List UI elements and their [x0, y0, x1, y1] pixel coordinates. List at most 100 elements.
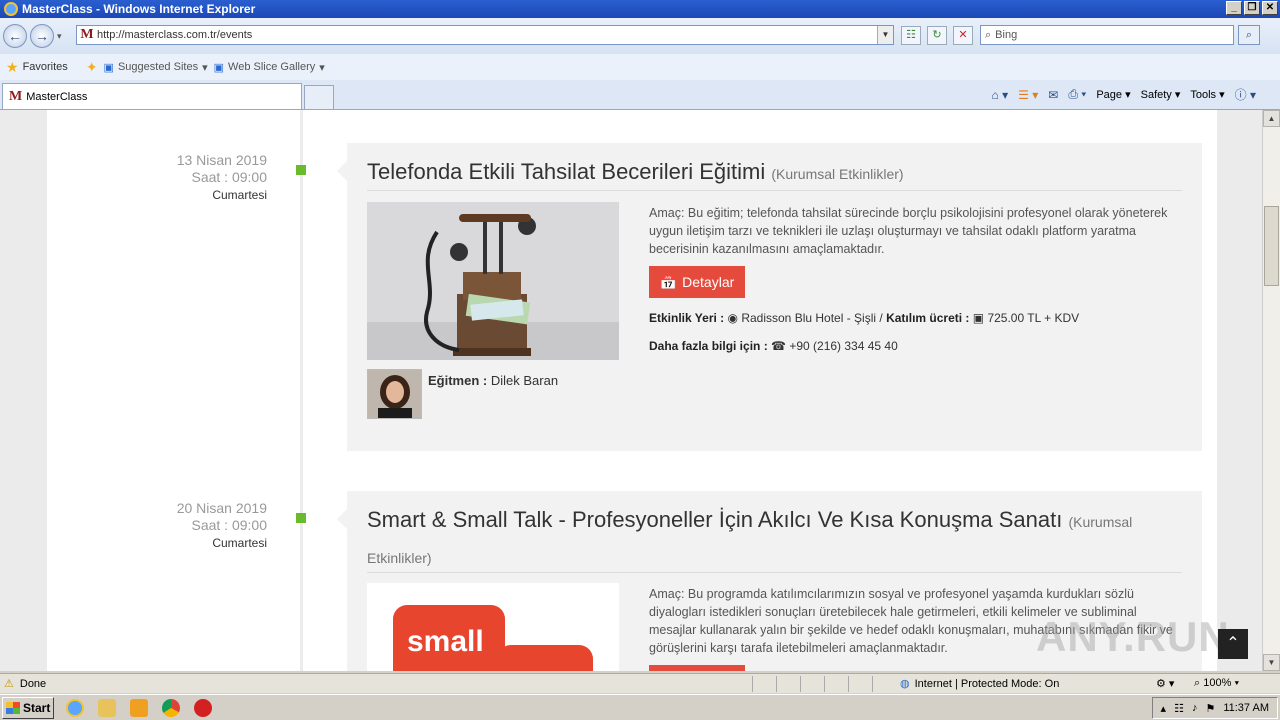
protected-mode-icon[interactable]: ⚙ ▾ — [1156, 677, 1174, 690]
phone-value: +90 (216) 334 45 40 — [789, 339, 898, 353]
chrome-taskbar-icon[interactable] — [162, 698, 180, 717]
favorites-button[interactable]: ★ Favorites — [6, 59, 68, 76]
star-icon: ★ — [6, 58, 19, 75]
trainer-name[interactable]: Dilek Baran — [491, 373, 558, 388]
ie-taskbar-icon[interactable] — [66, 698, 84, 717]
explorer-taskbar-icon[interactable] — [98, 698, 116, 717]
timeline-dot — [296, 513, 306, 523]
security-app-taskbar-icon[interactable] — [194, 698, 212, 717]
compatibility-view-icon[interactable]: ☷ — [901, 26, 921, 45]
start-button[interactable]: Start — [2, 696, 54, 719]
restore-button[interactable]: ❐ — [1244, 1, 1260, 15]
masterclass-favicon-icon: M — [9, 88, 23, 104]
event-day: Cumartesi — [212, 536, 267, 550]
event-date: 13 Nisan 2019 — [176, 152, 267, 168]
close-button[interactable]: ✕ — [1262, 1, 1278, 15]
calendar-icon: 📅 — [659, 273, 678, 290]
refresh-icon[interactable]: ↻ — [927, 26, 947, 45]
print-icon[interactable]: ⎙ ▾ — [1068, 87, 1086, 102]
tab-label: MasterClass — [26, 90, 88, 103]
security-zone[interactable]: ◍ Internet | Protected Mode: On — [900, 677, 1060, 691]
zone-text: Internet | Protected Mode: On — [914, 677, 1060, 690]
event-time: Saat : 09:00 — [191, 169, 267, 185]
scroll-up-arrow-icon[interactable]: ▲ — [1263, 110, 1280, 127]
feeds-icon[interactable]: ☰ ▾ — [1018, 88, 1038, 102]
timeline-line — [300, 110, 303, 671]
favorites-label: Favorites — [22, 61, 68, 73]
event-image[interactable]: small — [367, 583, 619, 671]
fee-label: Katılım ücreti : — [886, 311, 970, 325]
event-image[interactable] — [367, 202, 619, 360]
ie-page-icon: ▣ — [103, 61, 114, 74]
address-dropdown-icon[interactable]: ▼ — [877, 26, 893, 44]
zoom-value: 100% — [1203, 677, 1232, 689]
suggested-sites-label: Suggested Sites — [117, 61, 199, 73]
details-label: Detaylar — [682, 274, 735, 290]
address-bar[interactable]: M http://masterclass.com.tr/events ▼ — [76, 25, 894, 45]
add-favorites-button[interactable]: ✦ — [86, 59, 98, 76]
event-date: 20 Nisan 2019 — [176, 500, 267, 516]
back-arrow-icon: ← — [8, 28, 22, 44]
clock[interactable]: 11:37 AM — [1223, 702, 1269, 714]
home-icon[interactable]: ⌂ ▾ — [992, 88, 1009, 102]
event-title[interactable]: Telefonda Etkili Tahsilat Becerileri Eği… — [367, 159, 765, 184]
forward-button[interactable]: → — [30, 24, 54, 48]
help-icon[interactable]: ⓘ ▾ — [1235, 86, 1256, 103]
zoom-level[interactable]: ⌕ 100% ▾ — [1194, 677, 1239, 690]
fee-value: 725.00 TL + KDV — [987, 311, 1080, 325]
scroll-thumb[interactable] — [1264, 206, 1279, 286]
vertical-scrollbar[interactable]: ▲ ▼ — [1262, 110, 1280, 671]
trainer-label: Eğitmen : — [428, 373, 488, 388]
event-title-block: Telefonda Etkili Tahsilat Becerileri Eği… — [367, 155, 1182, 191]
mail-icon[interactable]: ✉ — [1048, 88, 1058, 102]
chevron-down-icon: ▾ — [319, 61, 325, 74]
suggested-sites-link[interactable]: ▣ Suggested Sites ▾ — [104, 61, 208, 74]
zoom-icon: ⌕ — [1194, 677, 1201, 689]
event-category[interactable]: (Kurumsal Etkinlikler) — [771, 166, 903, 182]
new-tab-button[interactable] — [304, 85, 334, 109]
status-separator — [776, 676, 777, 692]
scroll-to-top-button[interactable]: ⌃ — [1218, 629, 1248, 659]
venue-label: Etkinlik Yeri : — [649, 311, 725, 325]
flag-icon[interactable]: ⚑ — [1205, 702, 1215, 715]
bing-search-icon: ⌕ — [985, 28, 992, 41]
history-dropdown-icon[interactable]: ▾ — [57, 31, 62, 42]
event-date-block: 20 Nisan 2019 Saat : 09:00 Cumartesi — [107, 500, 267, 552]
event-description: Amaç: Bu eğitim; telefonda tahsilat süre… — [649, 206, 1168, 256]
volume-icon[interactable]: ♪ — [1192, 702, 1198, 714]
search-input[interactable]: ⌕ Bing — [980, 25, 1234, 45]
web-slice-gallery-link[interactable]: ▣ Web Slice Gallery ▾ — [214, 61, 325, 74]
details-button[interactable] — [649, 665, 745, 671]
tab-bar: M MasterClass ⌂ ▾ ☰ ▾ ✉ ⎙ ▾ Page ▾ Safet… — [0, 80, 1280, 110]
safety-menu[interactable]: Safety ▾ — [1141, 88, 1181, 101]
scroll-down-arrow-icon[interactable]: ▼ — [1263, 654, 1280, 671]
window-title: MasterClass - Windows Internet Explorer — [22, 2, 256, 16]
address-url[interactable]: http://masterclass.com.tr/events — [97, 29, 252, 41]
stop-icon[interactable]: ✕ — [953, 26, 973, 45]
events-page: 13 Nisan 2019 Saat : 09:00 Cumartesi Tel… — [47, 110, 1217, 671]
phone-icon: ☎ — [771, 339, 786, 353]
details-button[interactable]: 📅 Detaylar — [649, 266, 745, 298]
trainer-avatar[interactable] — [367, 369, 422, 419]
address-toolbar: ← → ▾ M http://masterclass.com.tr/events… — [0, 18, 1280, 54]
windows-logo-icon — [6, 701, 20, 714]
page-menu[interactable]: Page ▾ — [1096, 88, 1130, 101]
trainer-block: Eğitmen : Dilek Baran — [367, 369, 558, 419]
system-tray: ▴ ☷ ♪ ⚑ 11:37 AM — [1151, 697, 1278, 719]
tools-menu[interactable]: Tools ▾ — [1190, 88, 1224, 101]
event-date-block: 13 Nisan 2019 Saat : 09:00 Cumartesi — [107, 152, 267, 204]
status-separator — [824, 676, 825, 692]
event-title[interactable]: Smart & Small Talk - Profesyoneller İçin… — [367, 507, 1062, 532]
tray-expand-icon[interactable]: ▴ — [1161, 702, 1167, 715]
minimize-button[interactable]: _ — [1226, 1, 1242, 15]
site-favicon-icon: M — [80, 27, 94, 42]
media-player-taskbar-icon[interactable] — [130, 698, 148, 717]
search-button[interactable]: ⌕ — [1238, 25, 1260, 45]
back-button[interactable]: ← — [3, 24, 27, 48]
status-separator — [848, 676, 849, 692]
small-talk-logo-icon — [393, 605, 593, 671]
network-icon[interactable]: ☷ — [1174, 702, 1184, 715]
chevron-down-icon: ▾ — [1234, 677, 1240, 689]
page-viewport: 13 Nisan 2019 Saat : 09:00 Cumartesi Tel… — [0, 110, 1262, 671]
tab-masterclass[interactable]: M MasterClass — [2, 83, 302, 109]
